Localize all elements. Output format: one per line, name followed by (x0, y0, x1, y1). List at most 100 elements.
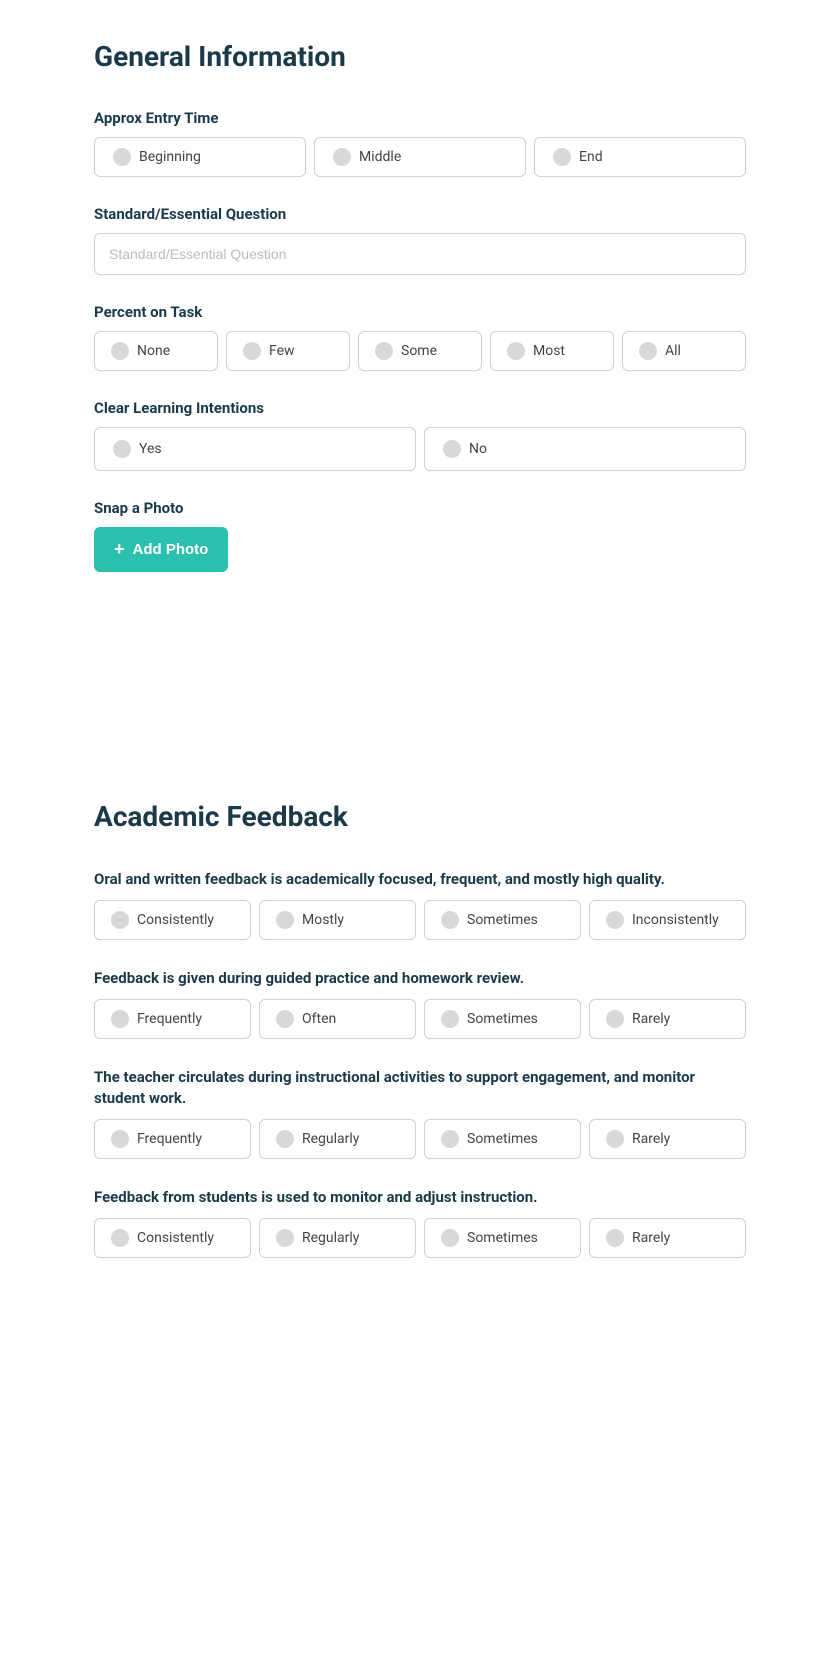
q4-consistently-label: Consistently (137, 1230, 214, 1246)
section-divider (94, 600, 746, 800)
standard-question-label: Standard/Essential Question (94, 205, 746, 223)
entry-time-end[interactable]: End (534, 137, 746, 177)
q3-sometimes[interactable]: Sometimes (424, 1119, 581, 1159)
clear-learning-label: Clear Learning Intentions (94, 399, 746, 417)
clear-learning-yes[interactable]: Yes (94, 427, 416, 471)
yes-no-group: Yes No (94, 427, 746, 471)
q3-rarely-label: Rarely (632, 1131, 670, 1147)
academic-feedback-title: Academic Feedback (94, 800, 746, 833)
percent-task-group: None Few Some Most All (94, 331, 746, 371)
q4-label: Feedback from students is used to monito… (94, 1187, 746, 1208)
q1-mostly[interactable]: Mostly (259, 900, 416, 940)
add-photo-label: Add Photo (133, 541, 209, 558)
percent-most[interactable]: Most (490, 331, 614, 371)
percent-some-label: Some (401, 343, 437, 359)
radio-circle (441, 1130, 459, 1148)
percent-some[interactable]: Some (358, 331, 482, 371)
radio-circle (276, 1010, 294, 1028)
radio-circle (276, 1229, 294, 1247)
q2-rarely-label: Rarely (632, 1011, 670, 1027)
q3-frequently-label: Frequently (137, 1131, 202, 1147)
entry-time-beginning[interactable]: Beginning (94, 137, 306, 177)
radio-circle (111, 342, 129, 360)
radio-circle (113, 440, 131, 458)
yes-label: Yes (139, 441, 162, 457)
percent-none-label: None (137, 343, 170, 359)
entry-time-middle-label: Middle (359, 149, 401, 165)
snap-photo-label: Snap a Photo (94, 499, 746, 517)
q4-consistently[interactable]: Consistently (94, 1218, 251, 1258)
q1-mostly-label: Mostly (302, 912, 344, 928)
q4-rarely-label: Rarely (632, 1230, 670, 1246)
q3-label: The teacher circulates during instructio… (94, 1067, 746, 1109)
q4-rarely[interactable]: Rarely (589, 1218, 746, 1258)
radio-circle (443, 440, 461, 458)
radio-circle (606, 1010, 624, 1028)
radio-circle (276, 911, 294, 929)
percent-none[interactable]: None (94, 331, 218, 371)
percent-few[interactable]: Few (226, 331, 350, 371)
q1-inconsistently-label: Inconsistently (632, 912, 719, 928)
radio-circle (507, 342, 525, 360)
entry-time-group: Beginning Middle End (94, 137, 746, 177)
q3-rarely[interactable]: Rarely (589, 1119, 746, 1159)
q2-options: Frequently Often Sometimes Rarely (94, 999, 746, 1039)
q4-regularly[interactable]: Regularly (259, 1218, 416, 1258)
q3-frequently[interactable]: Frequently (94, 1119, 251, 1159)
q2-often-label: Often (302, 1011, 336, 1027)
radio-circle (111, 1229, 129, 1247)
add-photo-button[interactable]: + Add Photo (94, 527, 228, 572)
radio-circle (441, 911, 459, 929)
q2-frequently-label: Frequently (137, 1011, 202, 1027)
radio-circle (276, 1130, 294, 1148)
standard-question-input[interactable] (94, 233, 746, 275)
q3-options: Frequently Regularly Sometimes Rarely (94, 1119, 746, 1159)
plus-icon: + (114, 539, 125, 560)
entry-time-end-label: End (579, 149, 603, 165)
general-information-title: General Information (94, 40, 746, 73)
entry-time-middle[interactable]: Middle (314, 137, 526, 177)
entry-time-beginning-label: Beginning (139, 149, 201, 165)
radio-circle (111, 1010, 129, 1028)
q2-sometimes[interactable]: Sometimes (424, 999, 581, 1039)
radio-circle (111, 1130, 129, 1148)
radio-circle (553, 148, 571, 166)
q2-label: Feedback is given during guided practice… (94, 968, 746, 989)
q2-sometimes-label: Sometimes (467, 1011, 538, 1027)
q3-regularly-label: Regularly (302, 1131, 359, 1147)
clear-learning-no[interactable]: No (424, 427, 746, 471)
percent-all-label: All (665, 343, 681, 359)
radio-circle (606, 1130, 624, 1148)
percent-most-label: Most (533, 343, 565, 359)
q1-consistently-label: Consistently (137, 912, 214, 928)
q4-options: Consistently Regularly Sometimes Rarely (94, 1218, 746, 1258)
q1-label: Oral and written feedback is academicall… (94, 869, 746, 890)
radio-circle (113, 148, 131, 166)
radio-circle (441, 1229, 459, 1247)
q1-sometimes-label: Sometimes (467, 912, 538, 928)
radio-circle (111, 911, 129, 929)
radio-circle (243, 342, 261, 360)
q4-sometimes-label: Sometimes (467, 1230, 538, 1246)
radio-circle (441, 1010, 459, 1028)
no-label: No (469, 441, 487, 457)
q2-often[interactable]: Often (259, 999, 416, 1039)
q4-regularly-label: Regularly (302, 1230, 359, 1246)
q3-regularly[interactable]: Regularly (259, 1119, 416, 1159)
entry-time-label: Approx Entry Time (94, 109, 746, 127)
radio-circle (639, 342, 657, 360)
q1-sometimes[interactable]: Sometimes (424, 900, 581, 940)
q2-frequently[interactable]: Frequently (94, 999, 251, 1039)
q1-inconsistently[interactable]: Inconsistently (589, 900, 746, 940)
percent-task-label: Percent on Task (94, 303, 746, 321)
q1-consistently[interactable]: Consistently (94, 900, 251, 940)
q2-rarely[interactable]: Rarely (589, 999, 746, 1039)
radio-circle (375, 342, 393, 360)
q1-options: Consistently Mostly Sometimes Inconsiste… (94, 900, 746, 940)
percent-all[interactable]: All (622, 331, 746, 371)
radio-circle (606, 911, 624, 929)
q3-sometimes-label: Sometimes (467, 1131, 538, 1147)
radio-circle (606, 1229, 624, 1247)
radio-circle (333, 148, 351, 166)
q4-sometimes[interactable]: Sometimes (424, 1218, 581, 1258)
